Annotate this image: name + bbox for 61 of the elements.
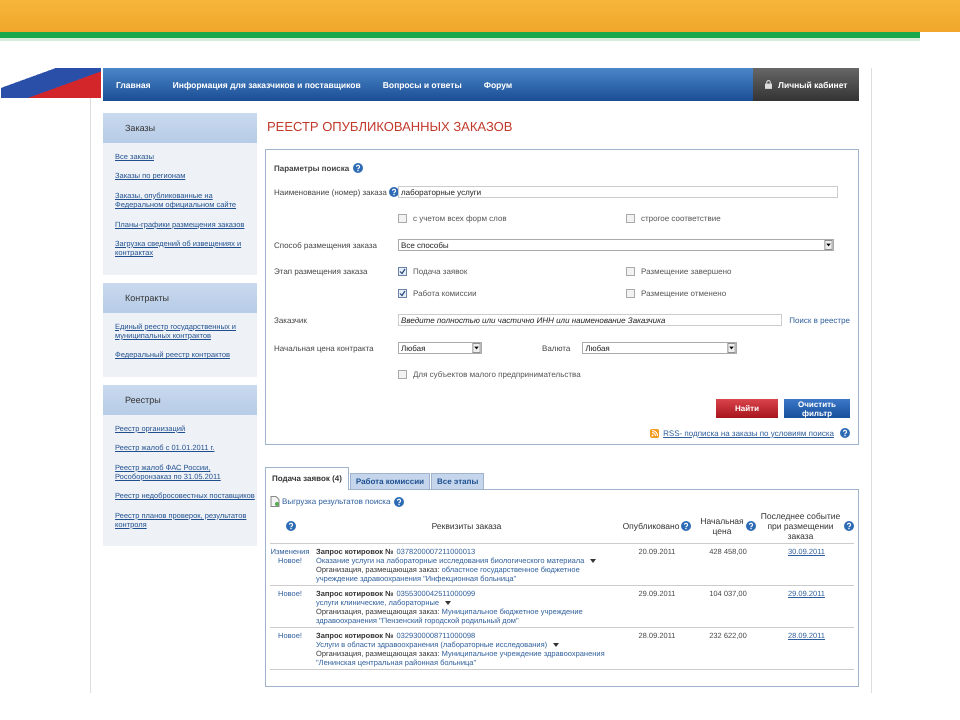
rss-link[interactable]: RSS- подписка на заказы по условиям поиска: [663, 428, 834, 438]
checkbox-label: Для субъектов малого предпринимательства: [413, 370, 581, 379]
help-icon[interactable]: [394, 496, 404, 506]
export-link[interactable]: Выгрузка результатов поиска: [282, 497, 390, 506]
sidebar-heading[interactable]: Реестры: [103, 384, 257, 415]
rss-icon: [650, 428, 660, 438]
checkbox[interactable]: [626, 267, 635, 276]
nav-link[interactable]: Вопросы и ответы: [382, 80, 462, 90]
registry-link[interactable]: Поиск в реестре: [789, 316, 850, 324]
nav-link[interactable]: Главная: [116, 80, 151, 90]
help-icon[interactable]: [681, 521, 692, 531]
find-button[interactable]: Найти: [716, 399, 778, 418]
checkbox-label: Работа комиссии: [413, 289, 477, 298]
section-title: Параметры поиска: [274, 164, 350, 172]
help-icon[interactable]: [353, 163, 364, 173]
page-title: РЕЕСТР ОПУБЛИКОВАННЫХ ЗАКАЗОВ: [267, 119, 514, 134]
caret-icon[interactable]: [590, 558, 596, 562]
sidebar-heading[interactable]: Контракты: [103, 282, 257, 313]
price-select[interactable]: Любая: [398, 342, 482, 354]
document-icon: [270, 496, 280, 507]
caret-icon[interactable]: [553, 642, 560, 646]
column-header: Опубликовано: [622, 521, 680, 531]
checkbox-label: Размещение отменено: [641, 289, 726, 298]
help-icon[interactable]: [746, 521, 756, 531]
checkbox-label: Размещение завершено: [641, 267, 732, 276]
field-label: Заказчик: [274, 316, 308, 324]
column-header: Реквизиты заказа: [432, 521, 502, 531]
checkbox[interactable]: [398, 267, 407, 276]
help-icon[interactable]: [388, 187, 399, 197]
column-header: Последнее событие при размещении заказа: [760, 511, 842, 541]
column-header: Начальная цена: [700, 516, 744, 536]
checkbox-label: Подача заявок: [413, 267, 468, 276]
help-icon[interactable]: [844, 521, 854, 531]
tab[interactable]: Работа комиссии: [350, 473, 430, 489]
field-label: Этап размещения заказа: [274, 267, 368, 276]
checkbox[interactable]: [398, 214, 407, 223]
help-icon[interactable]: [840, 428, 850, 438]
account-link[interactable]: Личный кабинет: [753, 68, 859, 101]
method-select[interactable]: Все способы: [398, 239, 834, 251]
currency-select[interactable]: Любая: [582, 342, 738, 354]
caret-icon[interactable]: [445, 600, 452, 604]
customer-input[interactable]: Введите полностью или частично ИНН или наименование Заказчика: [398, 314, 782, 326]
checkbox[interactable]: [626, 289, 635, 298]
field-label: Наименование (номер) заказа: [274, 188, 387, 196]
name-input[interactable]: лабораторные услуги: [398, 186, 838, 198]
checkbox[interactable]: [626, 214, 635, 223]
field-label: Способ размещения заказа: [274, 240, 378, 250]
lock-icon: [765, 80, 772, 89]
field-label: Начальная цена контракта: [274, 344, 375, 352]
checkbox[interactable]: [398, 289, 407, 298]
checkbox-label: строгое соответствие: [641, 214, 721, 223]
help-icon[interactable]: [286, 521, 296, 532]
sidebar-heading[interactable]: Заказы: [103, 113, 257, 143]
tab[interactable]: Подача заявок (4): [265, 467, 349, 490]
tab[interactable]: Все этапы: [431, 473, 484, 489]
field-label: Валюта: [542, 344, 570, 352]
clear-filter-button[interactable]: Очистить фильтр: [784, 399, 850, 418]
checkbox-label: с учетом всех форм слов: [413, 214, 507, 223]
nav-link[interactable]: Форум: [484, 80, 512, 90]
nav-link[interactable]: Информация для заказчиков и поставщиков: [172, 80, 361, 90]
checkbox[interactable]: [398, 370, 407, 379]
